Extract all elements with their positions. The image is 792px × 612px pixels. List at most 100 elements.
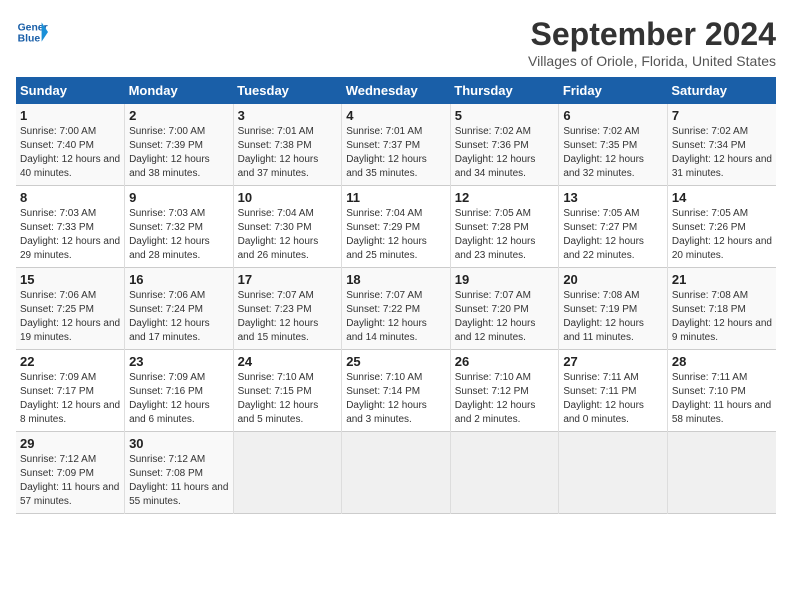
day-info: Sunrise: 7:10 AMSunset: 7:14 PMDaylight:…	[346, 371, 446, 427]
day-info: Sunrise: 7:06 AMSunset: 7:24 PMDaylight:…	[129, 289, 229, 345]
calendar-week-3: 15 Sunrise: 7:06 AMSunset: 7:25 PMDayligh…	[16, 268, 776, 350]
day-info: Sunrise: 7:07 AMSunset: 7:20 PMDaylight:…	[455, 289, 555, 345]
calendar-cell	[450, 432, 559, 514]
day-info: Sunrise: 7:05 AMSunset: 7:26 PMDaylight:…	[672, 207, 772, 263]
day-number: 2	[129, 108, 229, 123]
calendar-cell: 10 Sunrise: 7:04 AMSunset: 7:30 PMDayligh…	[233, 186, 342, 268]
calendar-cell: 20Sunrise: 7:08 AMSunset: 7:19 PMDayligh…	[559, 268, 668, 350]
calendar-week-5: 29 Sunrise: 7:12 AMSunset: 7:09 PMDayligh…	[16, 432, 776, 514]
day-info: Sunrise: 7:12 AMSunset: 7:08 PMDaylight:…	[129, 453, 229, 509]
day-info: Sunrise: 7:12 AMSunset: 7:09 PMDaylight:…	[20, 453, 120, 509]
calendar-cell: 12 Sunrise: 7:05 AMSunset: 7:28 PMDayligh…	[450, 186, 559, 268]
day-number: 20	[563, 272, 663, 287]
day-info: Sunrise: 7:07 AMSunset: 7:22 PMDaylight:…	[346, 289, 446, 345]
day-info: Sunrise: 7:09 AMSunset: 7:16 PMDaylight:…	[129, 371, 229, 427]
calendar-cell: 26 Sunrise: 7:10 AMSunset: 7:12 PMDayligh…	[450, 350, 559, 432]
calendar-cell: 11Sunrise: 7:04 AMSunset: 7:29 PMDayligh…	[342, 186, 451, 268]
day-number: 4	[346, 108, 446, 123]
calendar-cell: 17 Sunrise: 7:07 AMSunset: 7:23 PMDayligh…	[233, 268, 342, 350]
weekday-header-thursday: Thursday	[450, 77, 559, 104]
weekday-header-wednesday: Wednesday	[342, 77, 451, 104]
day-info: Sunrise: 7:03 AMSunset: 7:32 PMDaylight:…	[129, 207, 229, 263]
weekday-header-monday: Monday	[125, 77, 234, 104]
calendar-cell: 4 Sunrise: 7:01 AMSunset: 7:37 PMDaylight…	[342, 104, 451, 186]
day-number: 10	[238, 190, 338, 205]
calendar-cell: 22Sunrise: 7:09 AMSunset: 7:17 PMDayligh…	[16, 350, 125, 432]
calendar-cell: 28 Sunrise: 7:11 AMSunset: 7:10 PMDayligh…	[667, 350, 776, 432]
weekday-header-saturday: Saturday	[667, 77, 776, 104]
month-title: September 2024	[528, 16, 776, 53]
day-number: 16	[129, 272, 229, 287]
day-info: Sunrise: 7:06 AMSunset: 7:25 PMDaylight:…	[20, 289, 120, 345]
logo-icon: General Blue	[16, 16, 48, 48]
day-number: 15	[20, 272, 120, 287]
day-info: Sunrise: 7:10 AMSunset: 7:15 PMDaylight:…	[238, 371, 338, 427]
day-info: Sunrise: 7:00 AMSunset: 7:39 PMDaylight:…	[129, 125, 229, 181]
calendar-cell	[667, 432, 776, 514]
day-info: Sunrise: 7:04 AMSunset: 7:30 PMDaylight:…	[238, 207, 338, 263]
day-number: 24	[238, 354, 338, 369]
location-title: Villages of Oriole, Florida, United Stat…	[528, 53, 776, 69]
day-number: 7	[672, 108, 772, 123]
day-number: 13	[563, 190, 663, 205]
day-info: Sunrise: 7:00 AMSunset: 7:40 PMDaylight:…	[20, 125, 120, 181]
title-area: September 2024 Villages of Oriole, Flori…	[528, 16, 776, 69]
calendar-cell: 21 Sunrise: 7:08 AMSunset: 7:18 PMDayligh…	[667, 268, 776, 350]
calendar-week-2: 8 Sunrise: 7:03 AMSunset: 7:33 PMDaylight…	[16, 186, 776, 268]
day-info: Sunrise: 7:01 AMSunset: 7:37 PMDaylight:…	[346, 125, 446, 181]
calendar-header: SundayMondayTuesdayWednesdayThursdayFrid…	[16, 77, 776, 104]
calendar-cell: 7Sunrise: 7:02 AMSunset: 7:34 PMDaylight…	[667, 104, 776, 186]
calendar-cell	[233, 432, 342, 514]
calendar-cell: 15 Sunrise: 7:06 AMSunset: 7:25 PMDayligh…	[16, 268, 125, 350]
weekday-header-sunday: Sunday	[16, 77, 125, 104]
logo: General Blue	[16, 16, 48, 48]
day-info: Sunrise: 7:11 AMSunset: 7:11 PMDaylight:…	[563, 371, 663, 427]
day-number: 1	[20, 108, 120, 123]
day-number: 22	[20, 354, 120, 369]
calendar-week-4: 22Sunrise: 7:09 AMSunset: 7:17 PMDayligh…	[16, 350, 776, 432]
calendar-cell: 14 Sunrise: 7:05 AMSunset: 7:26 PMDayligh…	[667, 186, 776, 268]
calendar-cell: 13Sunrise: 7:05 AMSunset: 7:27 PMDayligh…	[559, 186, 668, 268]
day-number: 8	[20, 190, 120, 205]
day-number: 14	[672, 190, 772, 205]
day-info: Sunrise: 7:03 AMSunset: 7:33 PMDaylight:…	[20, 207, 120, 263]
day-info: Sunrise: 7:02 AMSunset: 7:35 PMDaylight:…	[563, 125, 663, 181]
day-number: 29	[20, 436, 120, 451]
day-info: Sunrise: 7:05 AMSunset: 7:28 PMDaylight:…	[455, 207, 555, 263]
calendar-cell: 1 Sunrise: 7:00 AMSunset: 7:40 PMDaylight…	[16, 104, 125, 186]
day-number: 5	[455, 108, 555, 123]
calendar-cell	[342, 432, 451, 514]
day-info: Sunrise: 7:07 AMSunset: 7:23 PMDaylight:…	[238, 289, 338, 345]
calendar-week-1: 1 Sunrise: 7:00 AMSunset: 7:40 PMDaylight…	[16, 104, 776, 186]
calendar-cell: 2 Sunrise: 7:00 AMSunset: 7:39 PMDaylight…	[125, 104, 234, 186]
calendar-cell: 18 Sunrise: 7:07 AMSunset: 7:22 PMDayligh…	[342, 268, 451, 350]
day-number: 9	[129, 190, 229, 205]
calendar-cell: 5 Sunrise: 7:02 AMSunset: 7:36 PMDaylight…	[450, 104, 559, 186]
day-info: Sunrise: 7:01 AMSunset: 7:38 PMDaylight:…	[238, 125, 338, 181]
calendar-cell: 6 Sunrise: 7:02 AMSunset: 7:35 PMDaylight…	[559, 104, 668, 186]
day-number: 19	[455, 272, 555, 287]
day-number: 23	[129, 354, 229, 369]
calendar-cell: 9 Sunrise: 7:03 AMSunset: 7:32 PMDaylight…	[125, 186, 234, 268]
day-number: 27	[563, 354, 663, 369]
calendar-cell: 3Sunrise: 7:01 AMSunset: 7:38 PMDaylight…	[233, 104, 342, 186]
calendar-cell: 27 Sunrise: 7:11 AMSunset: 7:11 PMDayligh…	[559, 350, 668, 432]
day-number: 21	[672, 272, 772, 287]
calendar-cell: 29 Sunrise: 7:12 AMSunset: 7:09 PMDayligh…	[16, 432, 125, 514]
day-number: 26	[455, 354, 555, 369]
day-number: 12	[455, 190, 555, 205]
day-number: 17	[238, 272, 338, 287]
day-number: 28	[672, 354, 772, 369]
header: General Blue September 2024 Villages of …	[16, 16, 776, 69]
day-number: 18	[346, 272, 446, 287]
day-info: Sunrise: 7:02 AMSunset: 7:36 PMDaylight:…	[455, 125, 555, 181]
day-info: Sunrise: 7:08 AMSunset: 7:18 PMDaylight:…	[672, 289, 772, 345]
day-number: 30	[129, 436, 229, 451]
calendar-cell: 23 Sunrise: 7:09 AMSunset: 7:16 PMDayligh…	[125, 350, 234, 432]
day-number: 11	[346, 190, 446, 205]
day-number: 6	[563, 108, 663, 123]
calendar-cell: 24 Sunrise: 7:10 AMSunset: 7:15 PMDayligh…	[233, 350, 342, 432]
calendar-table: SundayMondayTuesdayWednesdayThursdayFrid…	[16, 77, 776, 514]
day-info: Sunrise: 7:11 AMSunset: 7:10 PMDaylight:…	[672, 371, 772, 427]
day-info: Sunrise: 7:10 AMSunset: 7:12 PMDaylight:…	[455, 371, 555, 427]
